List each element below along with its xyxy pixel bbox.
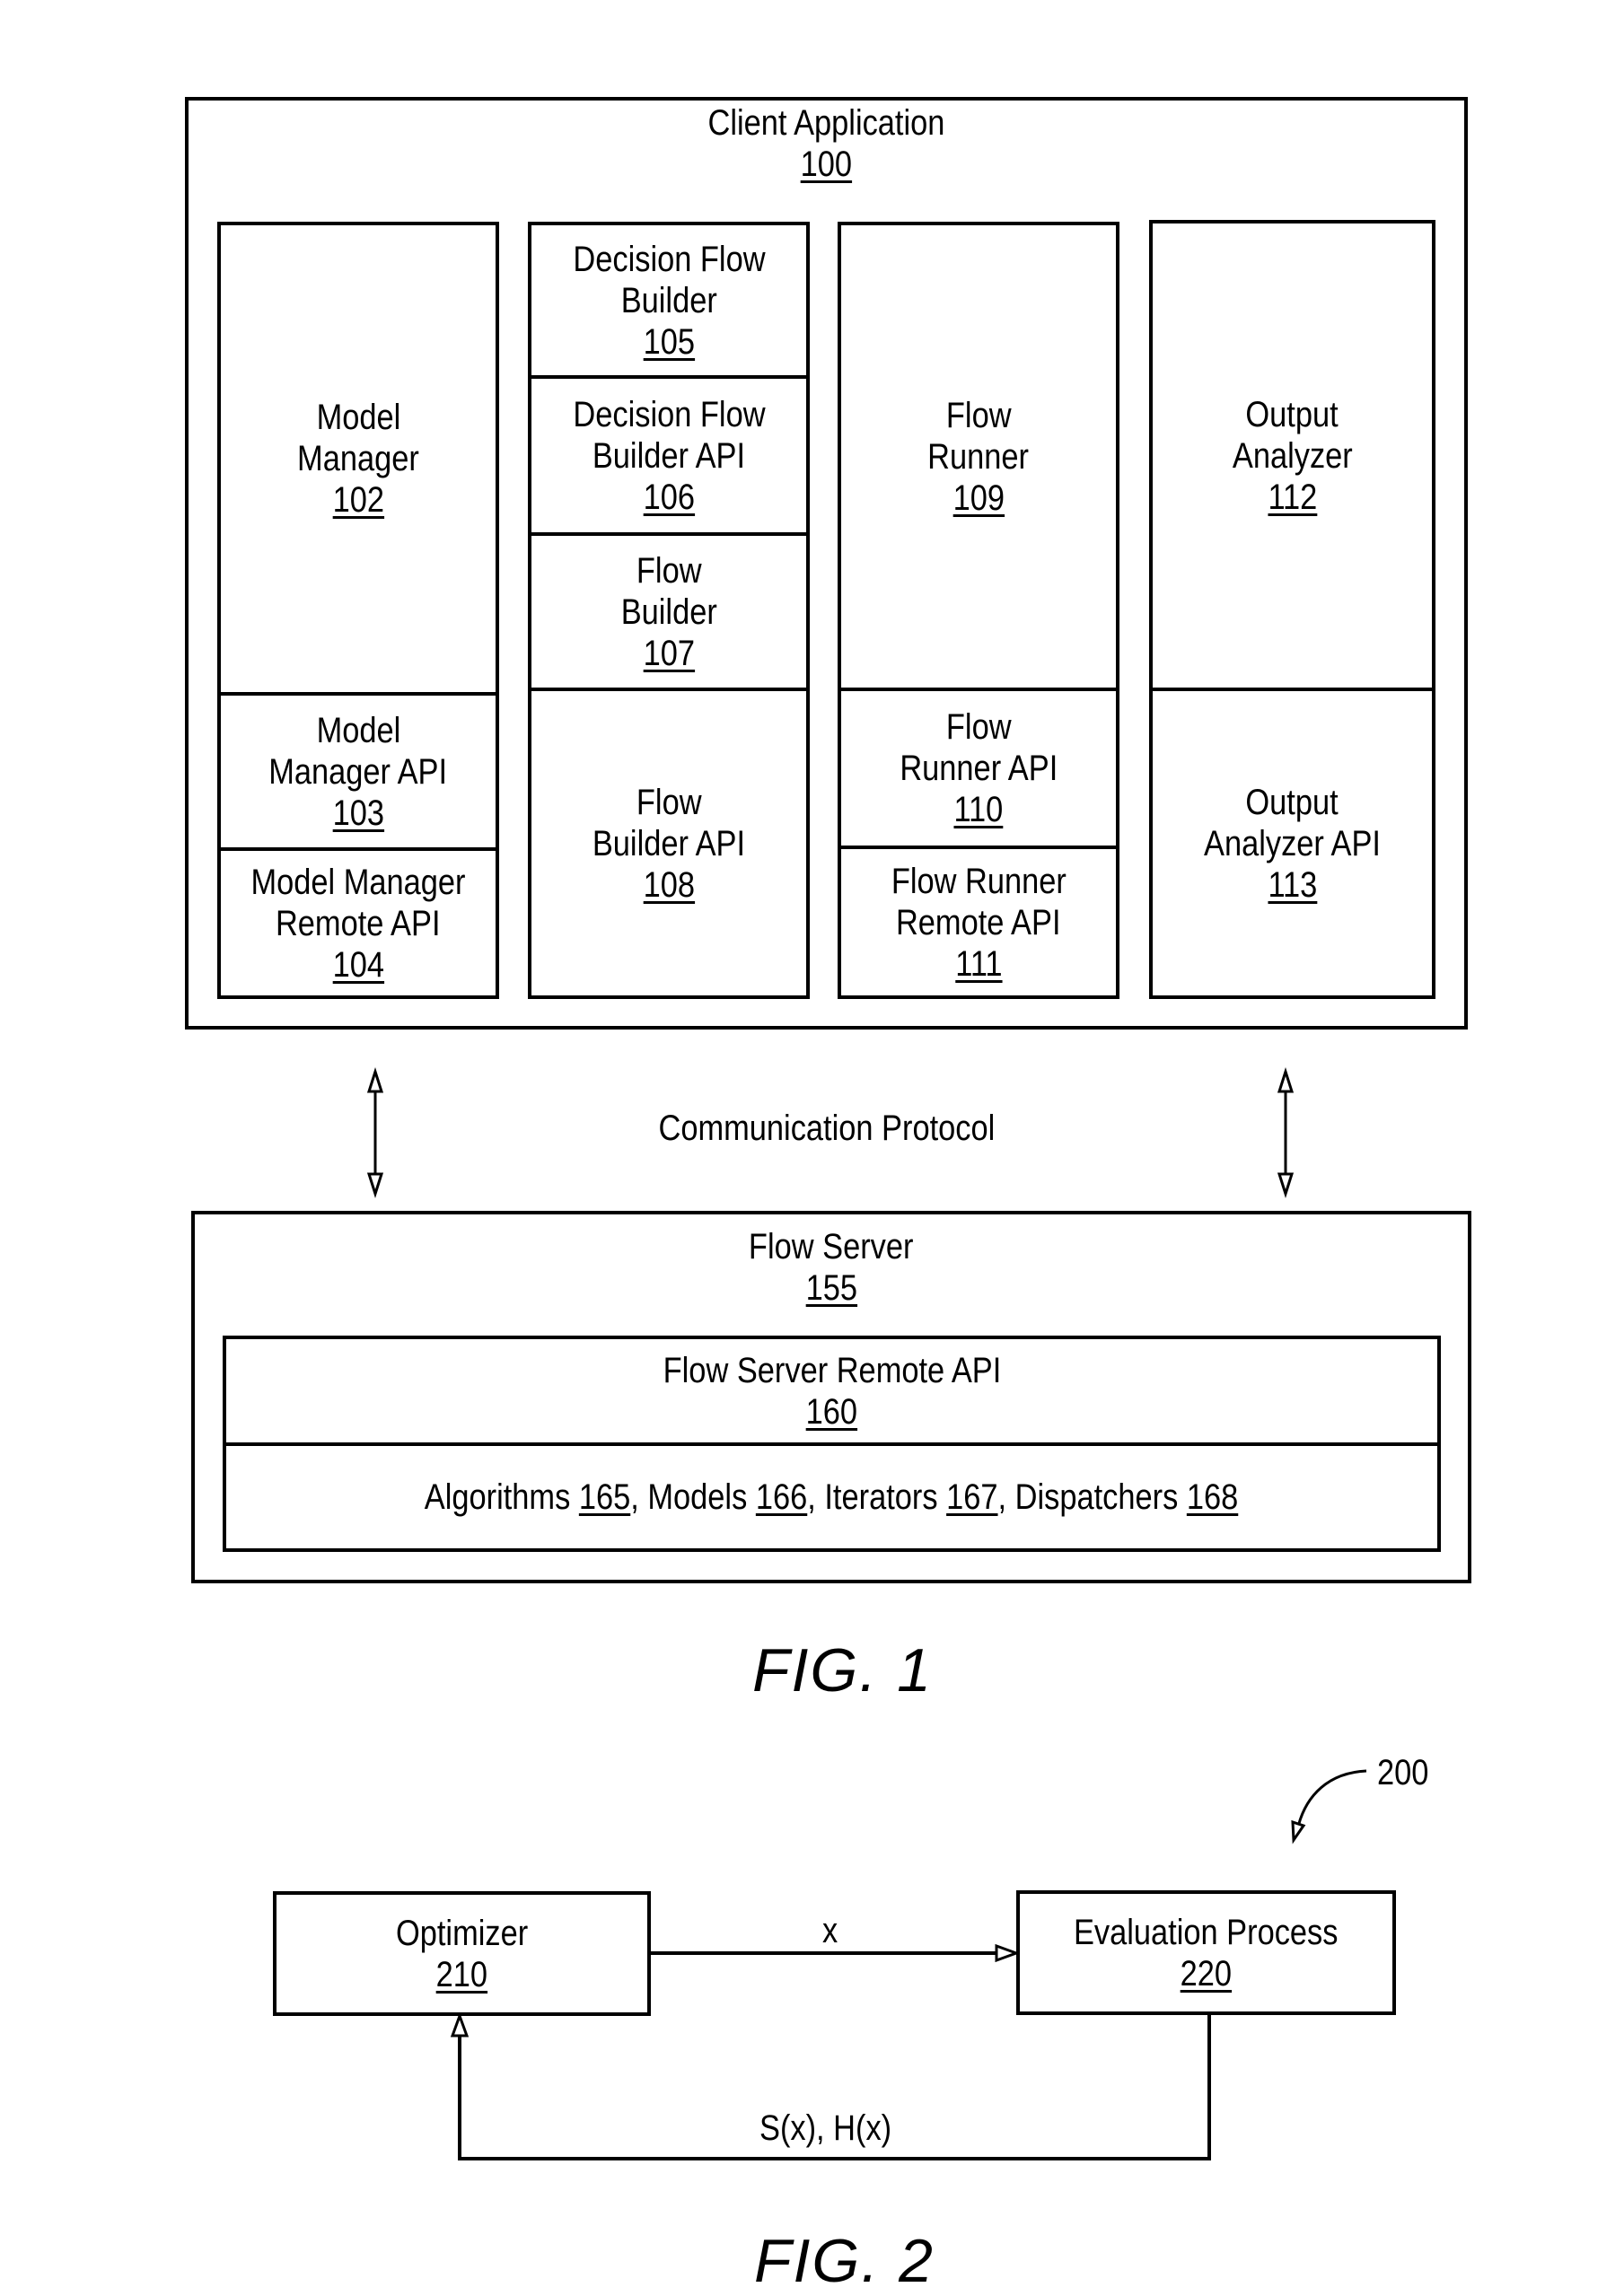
cell-ref: 103 <box>332 793 384 833</box>
cell-line: Decision Flow <box>572 394 766 434</box>
component-algorithms: Algorithms 165, <box>425 1477 648 1517</box>
cell-ref: 112 <box>1268 477 1317 517</box>
component-dispatchers: Dispatchers 168 <box>1015 1477 1239 1517</box>
cell-line: Flow <box>945 395 1012 435</box>
cell-line: Manager <box>297 439 419 478</box>
reference-marker-text: 200 <box>1377 1753 1429 1792</box>
flow-server-ref: 155 <box>805 1268 857 1308</box>
component-models: Models 166, <box>647 1477 825 1517</box>
arrow-right-head-icon <box>995 1943 1021 1963</box>
components-list: Algorithms 165, Models 166, Iterators 16… <box>425 1477 1238 1518</box>
decision-flow-builder-api-cell: Decision Flow Builder API 106 <box>528 379 810 532</box>
feedback-label-text: S(x), H(x) <box>759 2108 892 2148</box>
fig2-caption: FIG. 2 <box>754 2227 935 2295</box>
arrow-down-head-icon <box>366 1172 384 1198</box>
cell-ref: 160 <box>805 1391 858 1432</box>
output-analyzer-api-cell: Output Analyzer API 113 <box>1149 691 1435 995</box>
cell-line: Flow <box>636 550 702 591</box>
reference-arrow-head-icon <box>1291 1819 1306 1845</box>
client-application-label: Client Application <box>707 103 945 143</box>
cell-line: Remote API <box>276 903 441 943</box>
reference-curve <box>1296 1769 1367 1827</box>
cell-ref: 111 <box>954 943 1003 984</box>
forward-label-text: x <box>822 1911 838 1950</box>
forward-label: x <box>822 1910 840 1951</box>
fig1-caption: FIG. 1 <box>752 1636 933 1704</box>
cell-line: Analyzer API <box>1204 823 1381 863</box>
flow-server-label: Flow Server <box>749 1227 914 1266</box>
optimizer-ref: 210 <box>435 1954 488 1994</box>
cell-line: Flow <box>945 707 1012 747</box>
feedback-label: S(x), H(x) <box>759 2108 913 2149</box>
model-manager-remote-api-cell: Model Manager Remote API 104 <box>217 851 499 995</box>
component-iterators: Iterators 167, <box>824 1477 1016 1517</box>
cell-ref: 104 <box>332 944 384 985</box>
flow-runner-remote-api-cell: Flow Runner Remote API 111 <box>838 849 1119 995</box>
cell-line: Flow <box>636 782 702 822</box>
evaluation-process-cell: Evaluation Process 220 <box>1016 1894 1396 2011</box>
arrow-up-head-icon <box>366 1067 384 1093</box>
cell-ref: 105 <box>643 321 695 362</box>
client-application-title: Client Application 100 <box>185 102 1468 185</box>
cell-line: Output <box>1245 394 1339 434</box>
evaluation-process-label: Evaluation Process <box>1074 1912 1339 1952</box>
model-manager-cell: Model Manager 102 <box>217 225 499 692</box>
model-manager-api-cell: Model Manager API 103 <box>217 696 499 847</box>
flow-runner-api-cell: Flow Runner API 110 <box>838 691 1119 846</box>
cell-ref: 113 <box>1268 864 1317 905</box>
arrow-up-head-icon <box>450 2011 470 2037</box>
cell-ref: 107 <box>643 633 695 673</box>
flow-builder-api-cell: Flow Builder API 108 <box>528 691 810 995</box>
optimizer-cell: Optimizer 210 <box>273 1895 651 2012</box>
reference-marker-200: 200 <box>1377 1752 1437 1793</box>
client-application-ref: 100 <box>800 145 853 184</box>
cell-line: Remote API <box>896 902 1061 942</box>
cell-line: Analyzer <box>1232 435 1353 476</box>
cell-ref: 109 <box>952 478 1005 518</box>
cell-line: Output <box>1245 782 1339 822</box>
arrow-down-head-icon <box>1277 1172 1295 1198</box>
arrow-up-head-icon <box>1277 1067 1295 1093</box>
cell-line: Builder <box>620 280 717 320</box>
flow-server-title: Flow Server 155 <box>191 1226 1471 1309</box>
cell-line: Flow Server Remote API <box>663 1350 1001 1390</box>
flow-runner-cell: Flow Runner 109 <box>838 225 1119 688</box>
flow-builder-cell: Flow Builder 107 <box>528 536 810 688</box>
cell-line: Flow Runner <box>891 861 1067 901</box>
cell-ref: 110 <box>953 790 1004 829</box>
output-analyzer-cell: Output Analyzer 112 <box>1149 223 1435 688</box>
cell-line: Builder <box>620 592 717 632</box>
evaluation-process-ref: 220 <box>1180 1953 1233 1994</box>
cell-line: Model <box>316 398 400 437</box>
flow-server-remote-api-cell: Flow Server Remote API 160 <box>223 1339 1441 1442</box>
communication-protocol-text: Communication Protocol <box>658 1109 995 1148</box>
cell-line: Model Manager <box>250 862 466 902</box>
cell-line: Runner API <box>900 749 1058 788</box>
cell-ref: 106 <box>643 477 695 517</box>
optimizer-label: Optimizer <box>395 1913 529 1953</box>
cell-ref: 102 <box>332 480 384 520</box>
cell-ref: 108 <box>643 864 695 905</box>
flow-server-components-cell: Algorithms 165, Models 166, Iterators 16… <box>223 1446 1441 1548</box>
cell-line: Manager API <box>268 751 448 792</box>
cell-line: Builder API <box>592 435 746 476</box>
decision-flow-builder-cell: Decision Flow Builder 105 <box>528 225 810 375</box>
cell-line: Builder API <box>592 823 746 863</box>
cell-line: Runner <box>927 436 1030 477</box>
cell-line: Decision Flow <box>572 239 766 279</box>
cell-line: Model <box>316 710 400 750</box>
communication-protocol-label: Communication Protocol <box>185 1108 1468 1149</box>
